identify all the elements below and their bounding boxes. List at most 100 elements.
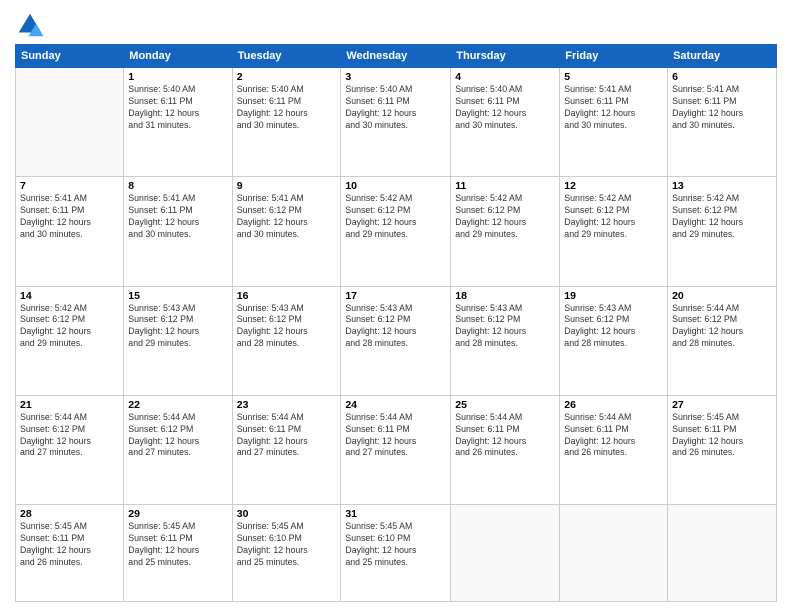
calendar-header-thursday: Thursday: [451, 45, 560, 68]
day-number: 20: [672, 290, 772, 302]
day-number: 8: [128, 180, 227, 192]
calendar-cell: 4Sunrise: 5:40 AMSunset: 6:11 PMDaylight…: [451, 68, 560, 177]
day-detail: Sunrise: 5:45 AMSunset: 6:11 PMDaylight:…: [20, 521, 119, 569]
day-detail: Sunrise: 5:44 AMSunset: 6:12 PMDaylight:…: [20, 412, 119, 460]
calendar-cell: 20Sunrise: 5:44 AMSunset: 6:12 PMDayligh…: [668, 286, 777, 395]
calendar-cell: 23Sunrise: 5:44 AMSunset: 6:11 PMDayligh…: [232, 395, 341, 504]
calendar-cell: 18Sunrise: 5:43 AMSunset: 6:12 PMDayligh…: [451, 286, 560, 395]
day-detail: Sunrise: 5:43 AMSunset: 6:12 PMDaylight:…: [455, 303, 555, 351]
day-number: 24: [345, 399, 446, 411]
day-detail: Sunrise: 5:41 AMSunset: 6:11 PMDaylight:…: [672, 84, 772, 132]
day-detail: Sunrise: 5:42 AMSunset: 6:12 PMDaylight:…: [20, 303, 119, 351]
day-number: 11: [455, 180, 555, 192]
calendar-week-row: 28Sunrise: 5:45 AMSunset: 6:11 PMDayligh…: [16, 505, 777, 602]
calendar-cell: 2Sunrise: 5:40 AMSunset: 6:11 PMDaylight…: [232, 68, 341, 177]
calendar-cell: 11Sunrise: 5:42 AMSunset: 6:12 PMDayligh…: [451, 177, 560, 286]
day-detail: Sunrise: 5:42 AMSunset: 6:12 PMDaylight:…: [672, 193, 772, 241]
day-number: 13: [672, 180, 772, 192]
calendar-cell: 15Sunrise: 5:43 AMSunset: 6:12 PMDayligh…: [124, 286, 232, 395]
day-number: 28: [20, 508, 119, 520]
day-detail: Sunrise: 5:45 AMSunset: 6:11 PMDaylight:…: [672, 412, 772, 460]
day-detail: Sunrise: 5:45 AMSunset: 6:10 PMDaylight:…: [237, 521, 337, 569]
calendar-cell: 8Sunrise: 5:41 AMSunset: 6:11 PMDaylight…: [124, 177, 232, 286]
day-number: 3: [345, 71, 446, 83]
calendar-cell: 26Sunrise: 5:44 AMSunset: 6:11 PMDayligh…: [560, 395, 668, 504]
day-number: 30: [237, 508, 337, 520]
day-number: 18: [455, 290, 555, 302]
day-number: 27: [672, 399, 772, 411]
day-number: 9: [237, 180, 337, 192]
day-detail: Sunrise: 5:41 AMSunset: 6:11 PMDaylight:…: [564, 84, 663, 132]
calendar-week-row: 1Sunrise: 5:40 AMSunset: 6:11 PMDaylight…: [16, 68, 777, 177]
day-detail: Sunrise: 5:40 AMSunset: 6:11 PMDaylight:…: [345, 84, 446, 132]
day-number: 5: [564, 71, 663, 83]
day-number: 14: [20, 290, 119, 302]
day-detail: Sunrise: 5:43 AMSunset: 6:12 PMDaylight:…: [345, 303, 446, 351]
day-number: 1: [128, 71, 227, 83]
calendar-cell: 3Sunrise: 5:40 AMSunset: 6:11 PMDaylight…: [341, 68, 451, 177]
calendar-header-wednesday: Wednesday: [341, 45, 451, 68]
day-number: 17: [345, 290, 446, 302]
day-detail: Sunrise: 5:43 AMSunset: 6:12 PMDaylight:…: [237, 303, 337, 351]
day-number: 16: [237, 290, 337, 302]
page: SundayMondayTuesdayWednesdayThursdayFrid…: [0, 0, 792, 612]
calendar-header-saturday: Saturday: [668, 45, 777, 68]
calendar-week-row: 14Sunrise: 5:42 AMSunset: 6:12 PMDayligh…: [16, 286, 777, 395]
calendar-cell: [16, 68, 124, 177]
day-number: 2: [237, 71, 337, 83]
calendar-cell: 30Sunrise: 5:45 AMSunset: 6:10 PMDayligh…: [232, 505, 341, 602]
calendar-header-tuesday: Tuesday: [232, 45, 341, 68]
calendar-cell: 5Sunrise: 5:41 AMSunset: 6:11 PMDaylight…: [560, 68, 668, 177]
day-number: 26: [564, 399, 663, 411]
day-detail: Sunrise: 5:44 AMSunset: 6:11 PMDaylight:…: [237, 412, 337, 460]
day-detail: Sunrise: 5:44 AMSunset: 6:11 PMDaylight:…: [455, 412, 555, 460]
calendar-cell: 10Sunrise: 5:42 AMSunset: 6:12 PMDayligh…: [341, 177, 451, 286]
day-detail: Sunrise: 5:44 AMSunset: 6:12 PMDaylight:…: [128, 412, 227, 460]
day-detail: Sunrise: 5:41 AMSunset: 6:11 PMDaylight:…: [20, 193, 119, 241]
calendar-cell: 14Sunrise: 5:42 AMSunset: 6:12 PMDayligh…: [16, 286, 124, 395]
day-detail: Sunrise: 5:42 AMSunset: 6:12 PMDaylight:…: [564, 193, 663, 241]
calendar-cell: 31Sunrise: 5:45 AMSunset: 6:10 PMDayligh…: [341, 505, 451, 602]
calendar-cell: [451, 505, 560, 602]
calendar-week-row: 7Sunrise: 5:41 AMSunset: 6:11 PMDaylight…: [16, 177, 777, 286]
day-number: 21: [20, 399, 119, 411]
calendar-table: SundayMondayTuesdayWednesdayThursdayFrid…: [15, 44, 777, 602]
calendar-cell: 22Sunrise: 5:44 AMSunset: 6:12 PMDayligh…: [124, 395, 232, 504]
day-detail: Sunrise: 5:40 AMSunset: 6:11 PMDaylight:…: [237, 84, 337, 132]
day-number: 4: [455, 71, 555, 83]
day-detail: Sunrise: 5:41 AMSunset: 6:12 PMDaylight:…: [237, 193, 337, 241]
day-number: 12: [564, 180, 663, 192]
calendar-cell: 12Sunrise: 5:42 AMSunset: 6:12 PMDayligh…: [560, 177, 668, 286]
day-detail: Sunrise: 5:42 AMSunset: 6:12 PMDaylight:…: [345, 193, 446, 241]
day-number: 7: [20, 180, 119, 192]
calendar-cell: 9Sunrise: 5:41 AMSunset: 6:12 PMDaylight…: [232, 177, 341, 286]
logo: [15, 10, 49, 40]
day-detail: Sunrise: 5:44 AMSunset: 6:11 PMDaylight:…: [345, 412, 446, 460]
calendar-cell: 13Sunrise: 5:42 AMSunset: 6:12 PMDayligh…: [668, 177, 777, 286]
calendar-cell: 29Sunrise: 5:45 AMSunset: 6:11 PMDayligh…: [124, 505, 232, 602]
calendar-cell: 27Sunrise: 5:45 AMSunset: 6:11 PMDayligh…: [668, 395, 777, 504]
calendar-header-monday: Monday: [124, 45, 232, 68]
calendar-header-friday: Friday: [560, 45, 668, 68]
calendar-cell: [560, 505, 668, 602]
day-detail: Sunrise: 5:43 AMSunset: 6:12 PMDaylight:…: [128, 303, 227, 351]
day-detail: Sunrise: 5:43 AMSunset: 6:12 PMDaylight:…: [564, 303, 663, 351]
day-number: 15: [128, 290, 227, 302]
calendar-cell: 16Sunrise: 5:43 AMSunset: 6:12 PMDayligh…: [232, 286, 341, 395]
day-detail: Sunrise: 5:40 AMSunset: 6:11 PMDaylight:…: [128, 84, 227, 132]
calendar-cell: 6Sunrise: 5:41 AMSunset: 6:11 PMDaylight…: [668, 68, 777, 177]
day-detail: Sunrise: 5:41 AMSunset: 6:11 PMDaylight:…: [128, 193, 227, 241]
day-number: 25: [455, 399, 555, 411]
logo-icon: [15, 10, 45, 40]
day-number: 31: [345, 508, 446, 520]
day-number: 29: [128, 508, 227, 520]
calendar-cell: 7Sunrise: 5:41 AMSunset: 6:11 PMDaylight…: [16, 177, 124, 286]
day-detail: Sunrise: 5:45 AMSunset: 6:10 PMDaylight:…: [345, 521, 446, 569]
day-number: 22: [128, 399, 227, 411]
header: [15, 10, 777, 40]
calendar-cell: [668, 505, 777, 602]
calendar-cell: 28Sunrise: 5:45 AMSunset: 6:11 PMDayligh…: [16, 505, 124, 602]
calendar-header-sunday: Sunday: [16, 45, 124, 68]
day-number: 19: [564, 290, 663, 302]
day-detail: Sunrise: 5:44 AMSunset: 6:11 PMDaylight:…: [564, 412, 663, 460]
